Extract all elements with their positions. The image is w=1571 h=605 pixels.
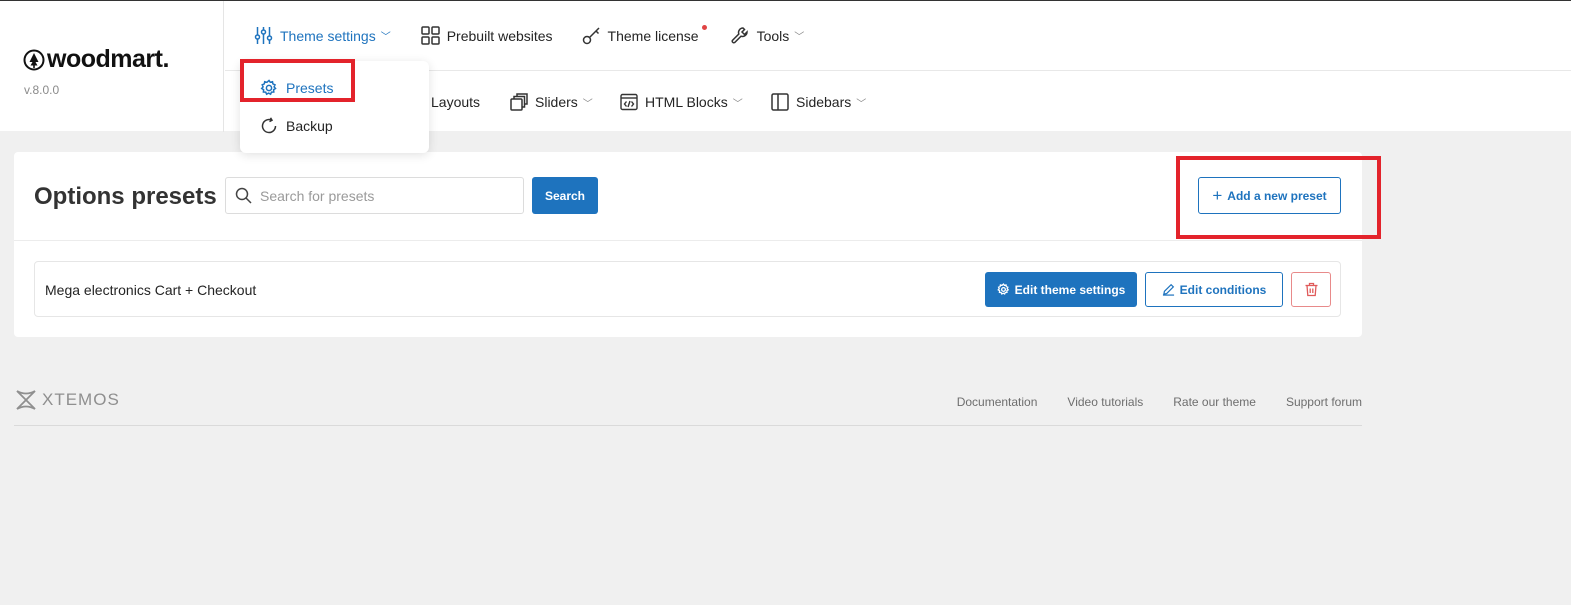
nav-layouts[interactable]: Layouts [431,94,480,110]
nav-theme-settings[interactable]: Theme settings ﹀ [254,26,391,45]
refresh-icon [261,117,277,134]
edit-theme-settings-button[interactable]: Edit theme settings [985,272,1137,307]
grid-icon [420,26,440,45]
nav-label: HTML Blocks [645,94,728,110]
brand-panel: woodmart. v.8.0.0 [0,1,224,132]
search-icon [235,187,252,204]
page-title: Options presets [34,183,217,210]
nav-label: Sliders [535,94,578,110]
footer-link-video-tutorials[interactable]: Video tutorials [1067,395,1143,409]
footer: XTEMOS Documentation Video tutorials Rat… [14,388,1362,426]
slides-icon [510,93,528,111]
plus-icon: + [1212,186,1223,205]
footer-link-documentation[interactable]: Documentation [957,395,1038,409]
button-label: Edit conditions [1179,282,1267,297]
nav-sidebars[interactable]: Sidebars ﹀ [771,93,866,111]
version-label: v.8.0.0 [24,83,60,97]
dropdown-label: Backup [286,118,333,134]
notification-dot [701,25,707,30]
logo-text: woodmart. [47,45,169,73]
nav-label: Theme settings [280,27,376,44]
dropdown-item-backup[interactable]: Backup [260,117,333,135]
top-header: woodmart. v.8.0.0 Theme settings ﹀ Prebu… [0,0,1571,132]
delete-preset-button[interactable] [1291,272,1331,307]
nav-html-blocks[interactable]: HTML Blocks ﹀ [620,93,743,111]
add-new-preset-button[interactable]: + Add a new preset [1198,177,1341,214]
presets-card: Options presets Search + Add a new prese… [14,152,1362,337]
footer-link-support-forum[interactable]: Support forum [1286,395,1362,409]
nav-tools[interactable]: Tools ﹀ [731,26,805,45]
sidebar-icon [771,93,789,111]
main-nav: Theme settings ﹀ Prebuilt websites Theme… [225,1,1571,71]
code-icon [620,93,638,111]
nav-prebuilt-websites[interactable]: Prebuilt websites [420,26,553,45]
sliders-icon [254,27,273,44]
dropdown-label: Presets [286,80,334,96]
search-button[interactable]: Search [532,177,598,214]
footer-links: Documentation Video tutorials Rate our t… [957,395,1362,409]
preset-name: Mega electronics Cart + Checkout [45,282,257,298]
nav-label: Tools [756,27,790,44]
footer-brand[interactable]: XTEMOS [14,388,120,412]
chevron-down-icon: ﹀ [380,32,391,43]
button-label: Edit theme settings [1014,282,1126,297]
nav-label: Sidebars [796,94,852,110]
preset-row: Mega electronics Cart + Checkout Edit th… [34,261,1341,317]
tree-logo-icon [23,49,45,70]
gear-icon [260,79,277,96]
card-header: Options presets Search + Add a new prese… [14,152,1362,241]
wrench-icon [731,27,748,44]
logo[interactable]: woodmart. [23,45,169,74]
search-field [225,177,524,214]
key-icon [582,27,600,45]
footer-link-rate-theme[interactable]: Rate our theme [1173,395,1256,409]
nav-label: Theme license [607,27,699,44]
footer-brand-text: XTEMOS [42,390,120,409]
chevron-down-icon: ﹀ [794,32,805,43]
dropdown-item-presets[interactable]: Presets [260,79,333,97]
trash-icon [1305,282,1317,297]
nav-label: Layouts [431,94,481,110]
nav-theme-license[interactable]: Theme license [582,25,707,45]
xtemos-logo-icon [16,390,36,410]
chevron-down-icon: ﹀ [856,98,867,110]
pencil-icon [1162,283,1174,296]
nav-sliders[interactable]: Sliders ﹀ [510,93,593,111]
gear-icon [996,283,1009,295]
chevron-down-icon: ﹀ [582,98,593,110]
edit-conditions-button[interactable]: Edit conditions [1145,272,1283,307]
nav-label: Prebuilt websites [446,27,553,44]
theme-settings-dropdown: Presets Backup [240,61,429,153]
chevron-down-icon: ﹀ [732,98,743,110]
search-input[interactable] [260,187,500,204]
button-label: Add a new preset [1227,188,1327,203]
